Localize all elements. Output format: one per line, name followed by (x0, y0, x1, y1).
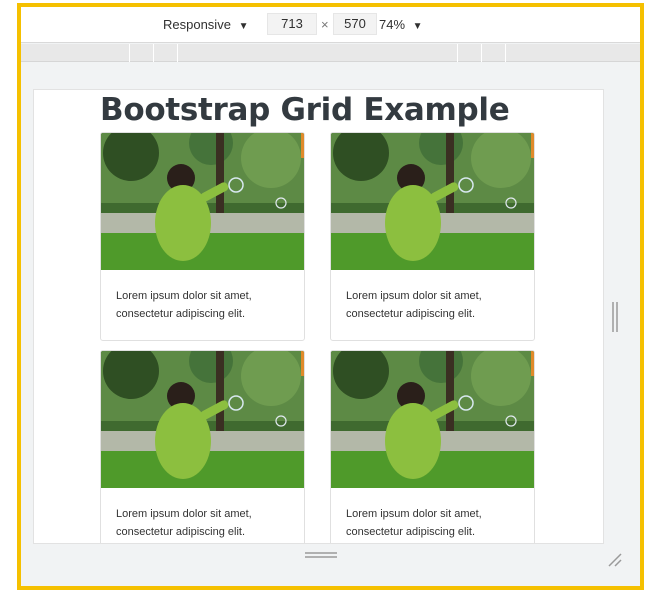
ruler-tick (505, 44, 506, 62)
device-toolbar: Responsive ▼ 713 × 570 74% ▼ (21, 7, 640, 43)
resize-corner-icon[interactable] (605, 550, 623, 568)
zoom-select[interactable]: 74% ▼ (379, 17, 423, 32)
grid-card: Lorem ipsum dolor sit amet, consectetur … (330, 132, 535, 341)
card-photo (331, 351, 534, 488)
caret-down-icon: ▼ (412, 21, 423, 32)
page-viewport: Bootstrap Grid Example Lorem ipsum dolor… (33, 89, 604, 544)
handle-line (612, 302, 614, 332)
media-query-ruler[interactable] (21, 44, 640, 62)
device-select[interactable]: Responsive ▼ (163, 17, 248, 32)
grid-card: Lorem ipsum dolor sit amet, consectetur … (330, 350, 535, 543)
card-photo (101, 133, 304, 270)
resize-handle-icon[interactable] (612, 302, 620, 332)
caret-down-icon: ▼ (238, 21, 249, 32)
card-text: Lorem ipsum dolor sit amet, consectetur … (346, 290, 482, 320)
grid-card: Lorem ipsum dolor sit amet, consectetur … (100, 132, 305, 341)
ruler-tick (481, 44, 482, 62)
card-text: Lorem ipsum dolor sit amet, consectetur … (116, 290, 252, 320)
viewport-width-input[interactable]: 713 (267, 13, 317, 35)
handle-line (305, 552, 337, 554)
ruler-tick (129, 44, 130, 62)
card-photo (101, 351, 304, 488)
resize-handle-icon[interactable] (305, 552, 337, 560)
ruler-tick (153, 44, 154, 62)
zoom-select-label: 74% (379, 17, 406, 32)
page-title: Bootstrap Grid Example (100, 92, 510, 128)
devtools-device-frame: Responsive ▼ 713 × 570 74% ▼ Bootstrap G… (17, 3, 644, 590)
handle-line (616, 302, 618, 332)
card-text: Lorem ipsum dolor sit amet, consectetur … (346, 508, 482, 538)
ruler-tick (177, 44, 178, 62)
handle-line (305, 556, 337, 558)
dimension-separator: × (321, 17, 329, 32)
card-photo (331, 133, 534, 270)
ruler-tick (457, 44, 458, 62)
viewport-height-input[interactable]: 570 (333, 13, 377, 35)
card-text: Lorem ipsum dolor sit amet, consectetur … (116, 508, 252, 538)
device-select-label: Responsive (163, 17, 231, 32)
grid-card: Lorem ipsum dolor sit amet, consectetur … (100, 350, 305, 543)
